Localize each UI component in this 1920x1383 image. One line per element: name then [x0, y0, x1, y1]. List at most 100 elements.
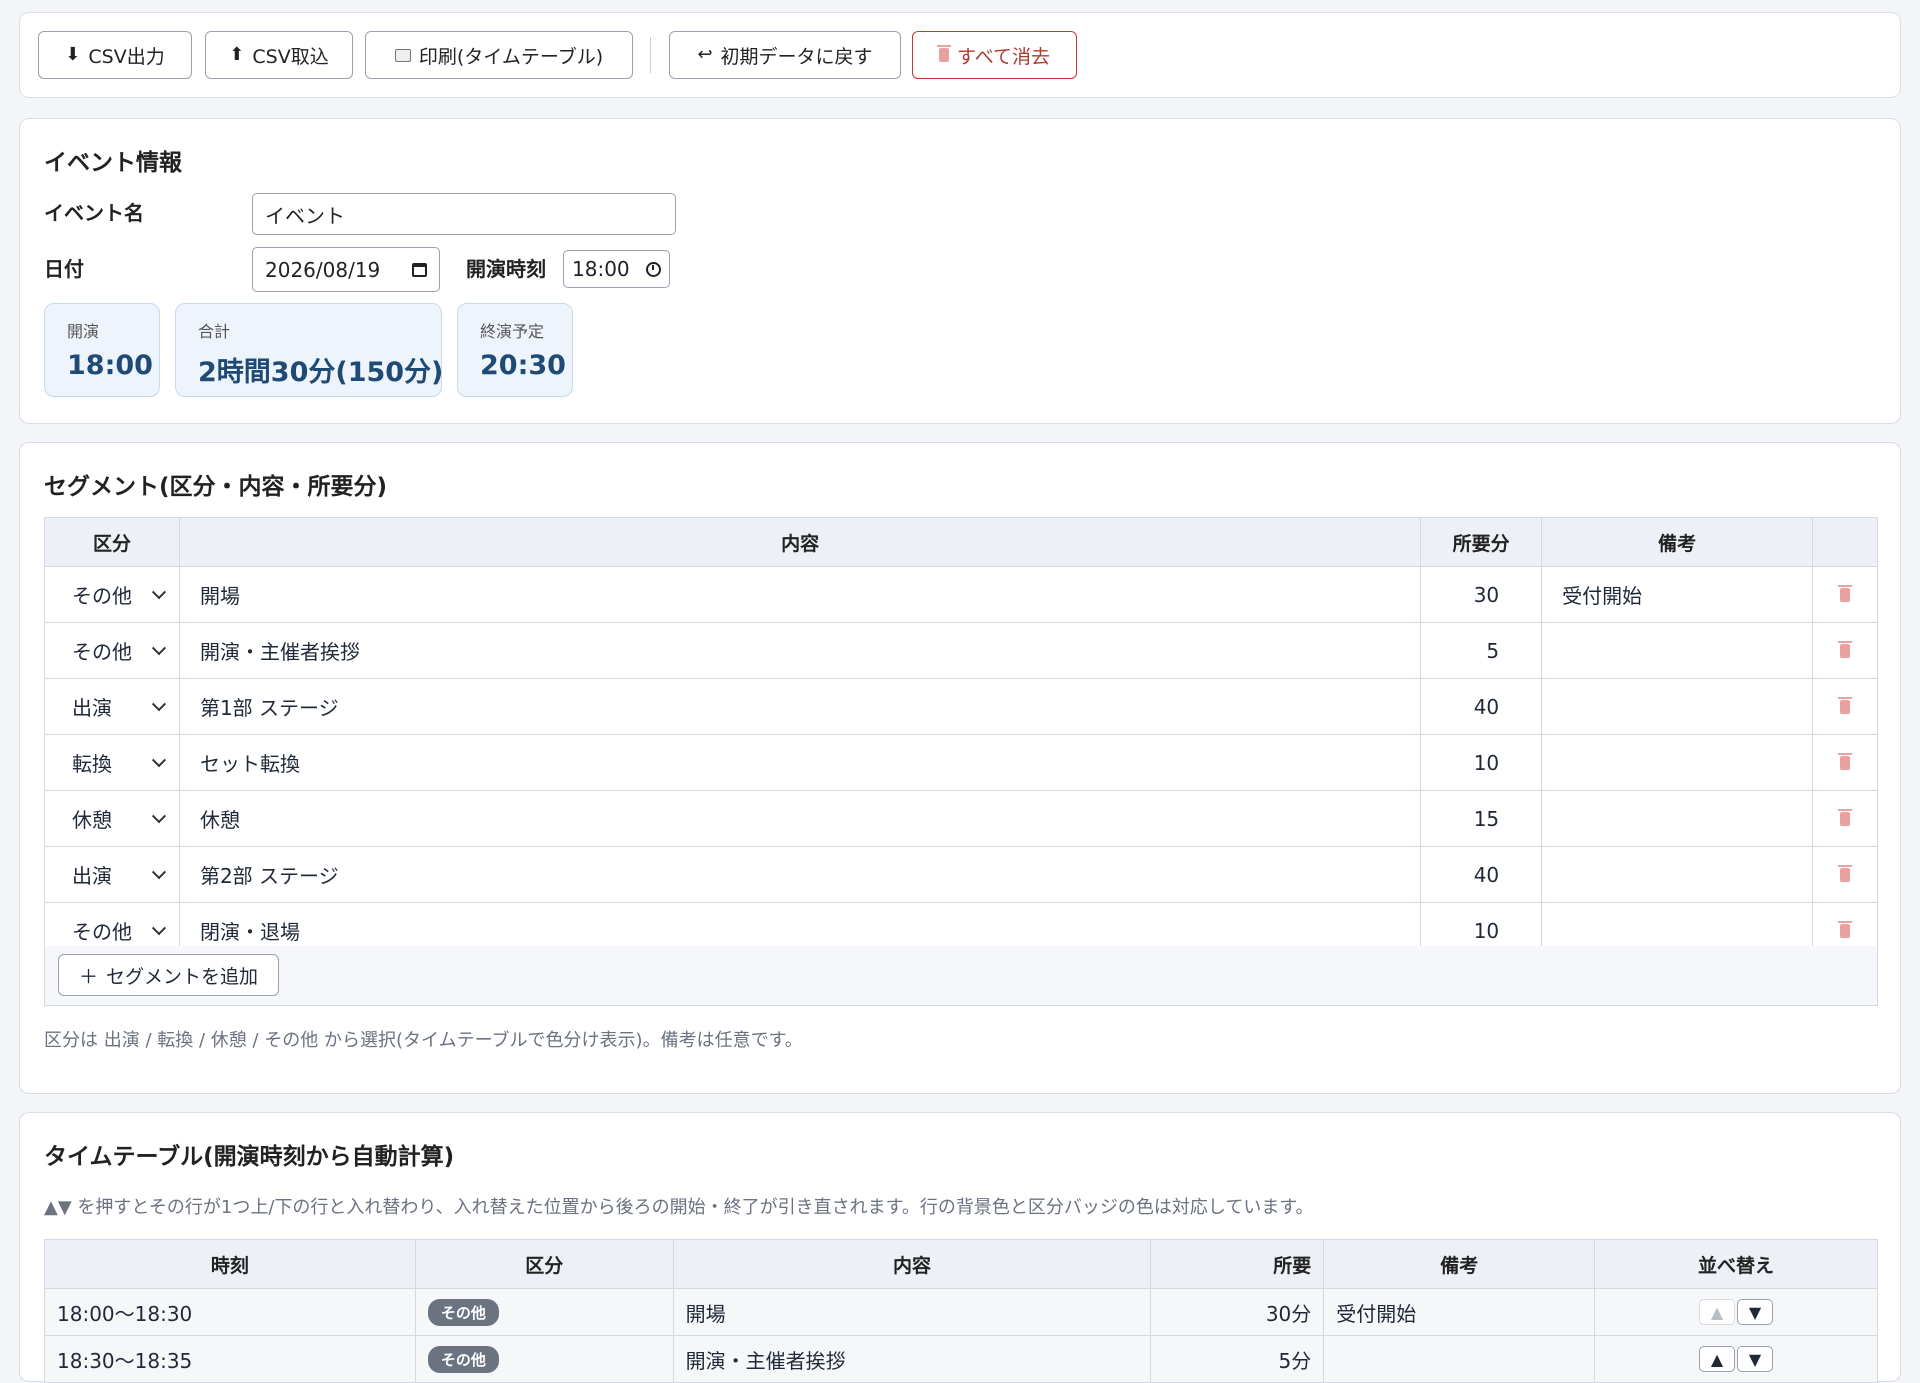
move-down-button[interactable]: ▼ [1737, 1346, 1774, 1372]
content-input[interactable]: 第2部 ステージ [178, 846, 1422, 903]
tt-col-note: 備考 [1323, 1239, 1596, 1289]
event-name-label: イベント名 [44, 201, 144, 225]
content-input[interactable]: 第1部 ステージ [178, 678, 1422, 735]
segments-card: セグメント(区分・内容・所要分) 区分 内容 所要分 備考 その他 開場 30 受付開… [19, 442, 1901, 1094]
plus-icon: ＋ [79, 965, 99, 988]
note-input[interactable] [1541, 678, 1813, 735]
chevron-down-icon [151, 640, 167, 655]
trash-icon [1838, 584, 1852, 602]
move-down-button[interactable]: ▼ [1737, 1299, 1774, 1325]
trash-icon [1838, 640, 1852, 658]
date-label: 日付 [44, 257, 84, 281]
chevron-down-icon [151, 808, 167, 823]
note-cell: 受付開始 [1323, 1288, 1596, 1336]
note-input[interactable] [1541, 846, 1813, 903]
content-input[interactable]: 開場 [178, 566, 1422, 623]
add-segment-button[interactable]: ＋ セグメントを追加 [58, 954, 280, 996]
table-row: 出演 第2部 ステージ 40 [44, 846, 1878, 903]
category-cell: その他 [414, 1288, 674, 1336]
undo-icon: ↩ [697, 44, 713, 65]
segments-hint: 区分は 出演 / 転換 / 休憩 / その他 から選択(タイムテーブルで色分け表… [44, 1030, 803, 1051]
minutes-input[interactable]: 5 [1420, 622, 1543, 679]
note-input[interactable] [1541, 734, 1813, 791]
category-select[interactable]: その他 [44, 566, 180, 623]
csv-export-button[interactable]: ⬇ CSV出力 [38, 31, 192, 79]
sort-cell: ▲ ▼ [1594, 1288, 1878, 1336]
time-cell: 18:30〜18:35 [44, 1335, 416, 1383]
timetable-header-row: 時刻 区分 内容 所要 備考 並べ替え [44, 1239, 1878, 1289]
duration-cell: 30分 [1150, 1288, 1325, 1336]
delete-button[interactable] [1812, 566, 1878, 623]
stat-start: 開演 18:00 [44, 303, 160, 397]
delete-button[interactable] [1812, 734, 1878, 791]
reset-button[interactable]: ↩ 初期データに戻す [669, 31, 901, 79]
date-input[interactable]: 2026/08/19 [252, 247, 440, 292]
clock-icon[interactable] [646, 261, 661, 277]
timetable-table: 時刻 区分 内容 所要 備考 並べ替え 18:00〜18:30 その他 開場 30分受… [44, 1239, 1878, 1383]
sort-cell: ▲ ▼ [1594, 1335, 1878, 1383]
calendar-icon[interactable] [412, 262, 427, 277]
print-button[interactable]: 印刷(タイムテーブル) [365, 31, 633, 79]
chevron-down-icon [151, 864, 167, 879]
delete-button[interactable] [1812, 790, 1878, 847]
chevron-down-icon [151, 696, 167, 711]
trash-icon [1838, 808, 1852, 826]
col-category: 区分 [44, 517, 180, 567]
minutes-input[interactable]: 15 [1420, 790, 1543, 847]
col-minutes: 所要分 [1420, 517, 1543, 567]
category-select[interactable]: 休憩 [44, 790, 180, 847]
toolbar-divider [650, 37, 651, 73]
stat-end: 終演予定 20:30 [457, 303, 573, 397]
minutes-input[interactable]: 30 [1420, 566, 1543, 623]
category-select[interactable]: 出演 [44, 846, 180, 903]
category-select[interactable]: 出演 [44, 678, 180, 735]
content-input[interactable]: 休憩 [178, 790, 1422, 847]
move-up-button[interactable]: ▲ [1699, 1299, 1736, 1325]
move-up-button[interactable]: ▲ [1699, 1346, 1736, 1372]
event-info-card: イベント情報 イベント名 イベント 日付 2026/08/19 開演時刻 18:… [19, 118, 1901, 424]
category-badge: その他 [427, 1345, 499, 1373]
tt-col-time: 時刻 [44, 1239, 416, 1289]
content-input[interactable]: セット転換 [178, 734, 1422, 791]
note-input[interactable] [1541, 622, 1813, 679]
timetable-heading: タイムテーブル(開演時刻から自動計算) [44, 1144, 455, 1170]
duration-cell: 5分 [1150, 1335, 1325, 1383]
content-input[interactable]: 開演・主催者挨拶 [178, 622, 1422, 679]
timetable-card: タイムテーブル(開演時刻から自動計算) ▲▼ を押すとその行が1つ上/下の行と入… [19, 1112, 1901, 1383]
minutes-input[interactable]: 40 [1420, 678, 1543, 735]
tt-col-content: 内容 [672, 1239, 1152, 1289]
delete-button[interactable] [1812, 846, 1878, 903]
table-row: 出演 第1部 ステージ 40 [44, 678, 1878, 735]
trash-icon [1838, 752, 1852, 770]
note-input[interactable] [1541, 790, 1813, 847]
timetable-hint: ▲▼ を押すとその行が1つ上/下の行と入れ替わり、入れ替えた位置から後ろの開始・… [44, 1197, 1314, 1218]
col-actions [1812, 517, 1878, 567]
event-info-heading: イベント情報 [44, 150, 182, 176]
segments-heading: セグメント(区分・内容・所要分) [44, 474, 388, 500]
category-badge: その他 [427, 1298, 499, 1326]
chevron-down-icon [151, 752, 167, 767]
segments-table: 区分 内容 所要分 備考 その他 開場 30 受付開始 その他 開演・主催者挨拶 5 出演 第1… [44, 517, 1878, 959]
event-name-input[interactable]: イベント [252, 193, 676, 235]
add-segment-row: ＋ セグメントを追加 [44, 946, 1878, 1006]
category-select[interactable]: 転換 [44, 734, 180, 791]
note-input[interactable]: 受付開始 [1541, 566, 1813, 623]
segments-header-row: 区分 内容 所要分 備考 [44, 517, 1878, 567]
print-icon [394, 48, 411, 62]
table-row: その他 開演・主催者挨拶 5 [44, 622, 1878, 679]
trash-icon [937, 45, 952, 62]
category-select[interactable]: その他 [44, 622, 180, 679]
trash-icon [1838, 920, 1852, 938]
clear-all-button[interactable]: すべて消去 [912, 31, 1077, 79]
delete-button[interactable] [1812, 622, 1878, 679]
start-time-input[interactable]: 18:00 [563, 250, 670, 288]
table-row: 18:30〜18:35 その他 開演・主催者挨拶 5分 ▲ ▼ [44, 1335, 1878, 1383]
content-cell: 開演・主催者挨拶 [672, 1335, 1152, 1383]
minutes-input[interactable]: 40 [1420, 846, 1543, 903]
category-cell: その他 [414, 1335, 674, 1383]
tt-col-sort: 並べ替え [1594, 1239, 1878, 1289]
minutes-input[interactable]: 10 [1420, 734, 1543, 791]
delete-button[interactable] [1812, 678, 1878, 735]
download-icon: ⬇ [65, 44, 81, 65]
csv-import-button[interactable]: ⬆ CSV取込 [205, 31, 353, 79]
